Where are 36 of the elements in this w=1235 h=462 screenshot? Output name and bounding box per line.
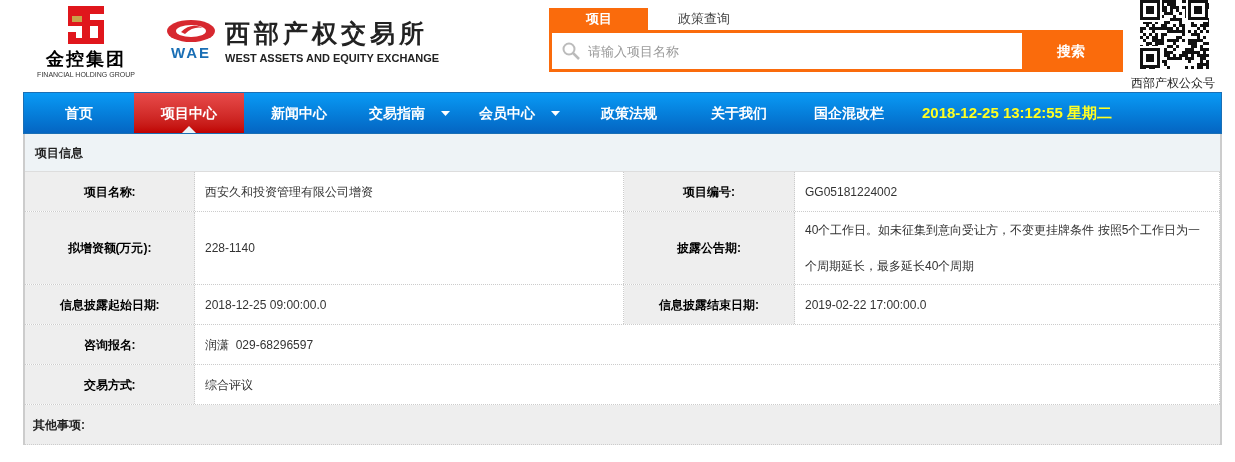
field-value: 2018-12-25 09:00:00.0 xyxy=(205,296,327,314)
nav-item[interactable]: 会员中心 xyxy=(464,93,574,133)
field-label: 信息披露结束日期: xyxy=(659,296,759,314)
field-value: 西安久和投资管理有限公司增资 xyxy=(205,183,373,201)
field-label: 披露公告期: xyxy=(677,240,741,257)
field-label: 拟增资额(万元): xyxy=(67,240,152,257)
field-value: 228-1140 xyxy=(205,240,255,257)
field-value: 40个工作日。如未征集到意向受让方，不变更挂牌条件 按照5个工作日为一个周期延长，最多延长40个周期 xyxy=(805,222,1202,275)
nav-item[interactable]: 交易指南 xyxy=(354,93,464,133)
field-label: 项目编号: xyxy=(683,183,735,201)
swirl-logo-icon xyxy=(165,18,217,44)
field-label: 咨询报名: xyxy=(83,336,136,354)
nav-item[interactable]: 关于我们 xyxy=(684,93,794,133)
other-items-label: 其他事项: xyxy=(33,416,85,434)
field-label: 信息披露起始日期: xyxy=(59,296,160,314)
nav-item[interactable]: 国企混改栏 xyxy=(794,93,904,133)
logo-name: 金控集团 xyxy=(46,48,126,70)
search-tab[interactable]: 项目 xyxy=(549,8,648,30)
search-field[interactable]: 请输入项目名称 xyxy=(552,33,1022,69)
field-label: 交易方式: xyxy=(83,376,136,394)
field-value: 2019-02-22 17:00:00.0 xyxy=(805,296,927,314)
date-time: 2018-12-25 13:12:55 星期二 xyxy=(922,102,1113,123)
field-value: 综合评议 xyxy=(205,376,253,394)
qr-caption: 西部产权公众号 xyxy=(1131,75,1215,92)
nav-item[interactable]: 政策法规 xyxy=(574,93,684,133)
exchange-subtitle: WEST ASSETS AND EQUITY EXCHANGE xyxy=(225,51,440,66)
panel-title: 项目信息 xyxy=(35,144,83,162)
nav-item[interactable]: 项目中心 xyxy=(134,93,244,133)
logo-abbreviation: WAE xyxy=(170,44,212,62)
field-value: 润潇 029-68296597 xyxy=(205,336,314,354)
exchange-name: 西部产权交易所 xyxy=(225,18,429,48)
qr-code-icon xyxy=(1138,0,1210,70)
field-label: 项目名称: xyxy=(83,183,136,201)
field-value: GG05181224002 xyxy=(805,183,898,201)
nav-item[interactable]: 新闻中心 xyxy=(244,93,354,133)
nav-item[interactable]: 首页 xyxy=(24,93,134,133)
